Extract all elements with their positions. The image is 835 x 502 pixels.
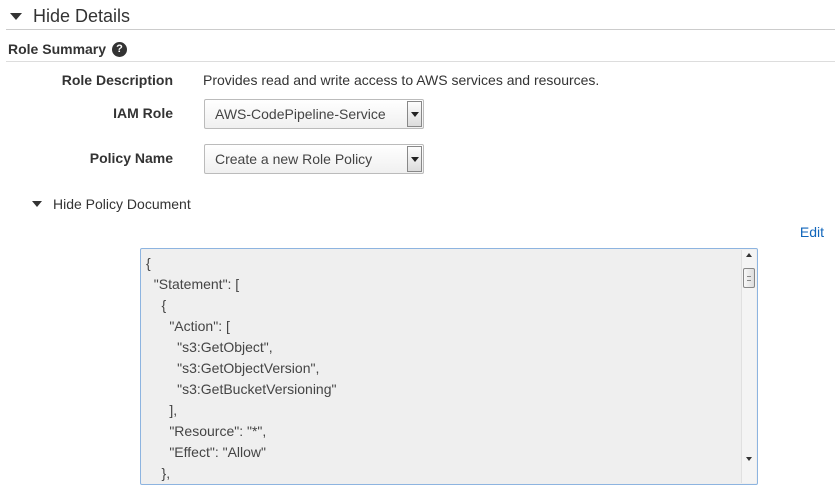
- section-divider: [6, 29, 835, 30]
- hide-policy-document-label: Hide Policy Document: [53, 196, 191, 212]
- code-line: {: [146, 255, 151, 271]
- chevron-down-icon: [410, 156, 419, 162]
- code-line: "s3:GetObjectVersion",: [146, 360, 320, 376]
- scroll-up-arrow-icon[interactable]: [746, 253, 752, 257]
- caret-down-icon: [10, 12, 22, 20]
- hide-policy-document-toggle[interactable]: Hide Policy Document: [32, 195, 191, 213]
- code-line: "Resource": "*",: [146, 423, 267, 439]
- vertical-scrollbar[interactable]: [741, 250, 756, 483]
- policy-name-select[interactable]: Create a new Role Policy: [204, 144, 424, 174]
- code-line: {: [146, 297, 167, 313]
- role-description-value: Provides read and write access to AWS se…: [203, 72, 600, 88]
- summary-divider: [6, 61, 835, 62]
- code-line: ],: [146, 402, 178, 418]
- role-summary-header: Role Summary ?: [8, 38, 128, 60]
- code-line: "Effect": "Allow": [146, 444, 266, 460]
- iam-role-selected-value: AWS-CodePipeline-Service: [215, 106, 386, 122]
- code-line: "Action": [: [146, 318, 230, 334]
- hide-details-label: Hide Details: [33, 5, 131, 26]
- scrollbar-thumb[interactable]: [743, 268, 755, 288]
- scroll-down-arrow-icon[interactable]: [746, 457, 752, 461]
- policy-document-code[interactable]: { "Statement": [ { "Action": [ "s3:GetOb…: [146, 253, 739, 484]
- role-description-label: Role Description: [61, 72, 173, 88]
- code-line: "s3:GetObject",: [146, 339, 273, 355]
- policy-name-selected-value: Create a new Role Policy: [215, 151, 373, 167]
- policy-document-textarea[interactable]: { "Statement": [ { "Action": [ "s3:GetOb…: [140, 248, 758, 485]
- code-line: "Statement": [: [146, 276, 240, 292]
- role-summary-title: Role Summary: [8, 41, 107, 57]
- caret-down-icon: [32, 201, 42, 207]
- chevron-down-icon: [410, 111, 419, 117]
- hide-details-toggle[interactable]: Hide Details: [10, 4, 130, 28]
- iam-role-label: IAM Role: [113, 105, 173, 121]
- dropdown-arrow-button[interactable]: [407, 146, 422, 172]
- edit-link[interactable]: Edit: [800, 224, 824, 240]
- policy-name-label: Policy Name: [89, 150, 173, 166]
- code-line: "s3:GetBucketVersioning": [146, 381, 337, 397]
- dropdown-arrow-button[interactable]: [407, 101, 422, 127]
- question-circle-icon[interactable]: ?: [112, 41, 128, 57]
- code-line: },: [146, 465, 171, 481]
- iam-role-select[interactable]: AWS-CodePipeline-Service: [204, 99, 424, 129]
